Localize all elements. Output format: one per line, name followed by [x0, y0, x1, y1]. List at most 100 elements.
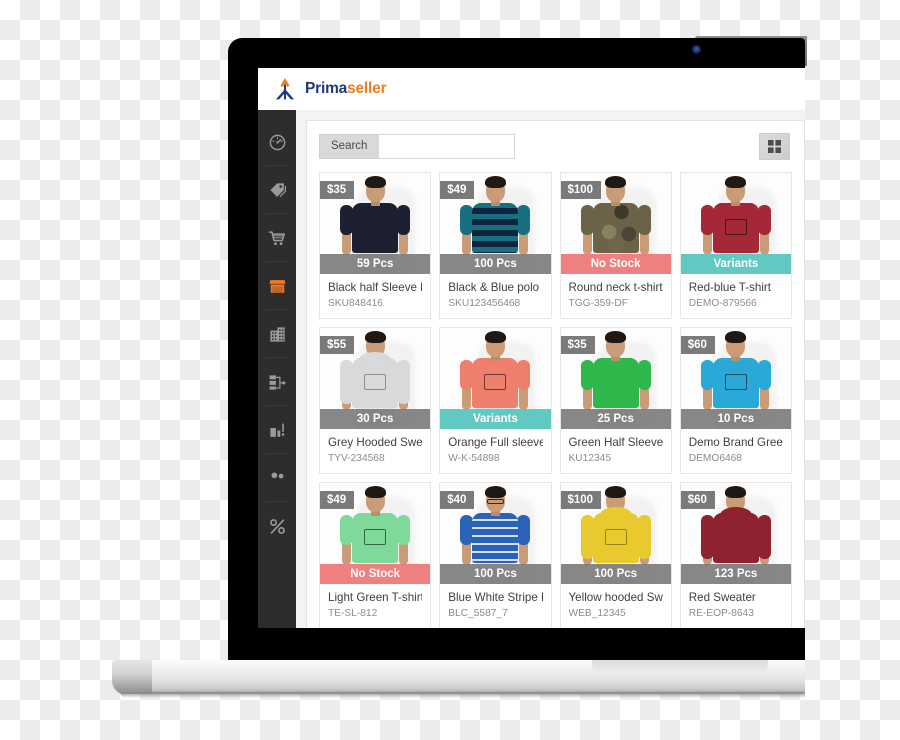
product-title: Black half Sleeve Polo	[328, 281, 422, 294]
sidebar-item-people[interactable]	[258, 454, 296, 502]
sidebar-item-tag[interactable]	[258, 166, 296, 214]
product-sku: DEMO6468	[688, 453, 742, 464]
product-title: Light Green T-shirt	[328, 591, 423, 604]
product-stock-badge: 123 Pcs	[680, 564, 791, 584]
app-header: Primaseller	[258, 68, 805, 110]
product-card[interactable]: Variants Red-blue T-shirt DEMO-879566	[679, 172, 792, 319]
product-info: Light Green T-shirt TE-SL-812	[320, 584, 430, 628]
product-title: Yellow hooded Sweater	[568, 591, 663, 604]
main-content: Search $35 59 Pcs Black half Sleeve SKU8…	[296, 110, 805, 628]
product-info: Orange Full sleeve W-K-54898	[440, 429, 550, 473]
product-info: Yellow hooded Sweater WEB_12345	[561, 584, 671, 628]
sidebar-item-hierarchy[interactable]	[258, 358, 296, 406]
product-image-area: $49 100 Pcs	[440, 173, 551, 274]
product-info: Blue White Stripe Polo BLC_5587_7	[440, 584, 550, 628]
product-card[interactable]: $35 25 Pcs Green Half Sleeve Polo KU12345	[559, 327, 672, 474]
app-logo-text: Primaseller	[305, 79, 387, 98]
product-title: Red-blue T-shirt	[688, 281, 772, 294]
product-info: Round neck t-shirt TGG-359-DF	[561, 274, 671, 318]
product-info: Black & Blue polo SKU123456468	[440, 274, 550, 318]
app-body: Search $35 59 Pcs Black half Sleeve SKU8…	[258, 110, 805, 628]
product-stock-badge: 100 Pcs	[440, 254, 551, 274]
product-image-area: $60 123 Pcs	[680, 483, 791, 584]
sidebar-item-bar-chart[interactable]	[258, 406, 296, 454]
laptop-base-shadow	[120, 692, 805, 698]
product-info: Demo Brand Gree DEMO6468	[681, 429, 791, 473]
product-card[interactable]: $49 No Stock Light Green T-shirt TE-SL-812	[319, 482, 432, 628]
product-price-badge: $35	[320, 181, 355, 199]
logo-text-seller: seller	[347, 79, 387, 97]
product-price-badge: $60	[680, 336, 715, 354]
product-card[interactable]: $55 30 Pcs Grey Hooded Sweater TYV-234568	[319, 327, 432, 474]
product-title: Round neck t-shirt	[568, 281, 663, 294]
product-image-area: $35 25 Pcs	[560, 328, 671, 429]
product-price-badge: $55	[320, 336, 355, 354]
product-stock-badge: 59 Pcs	[320, 254, 431, 274]
product-card[interactable]: $60 10 Pcs Demo Brand Gree DEMO6468	[679, 327, 792, 474]
page-root: Primaseller Search $35 59 Pcs Black half…	[0, 0, 900, 740]
products-panel: Search $35 59 Pcs Black half Sleeve SKU8…	[306, 120, 805, 628]
search-button[interactable]: Search	[319, 134, 379, 159]
webcam-icon	[692, 45, 701, 54]
product-sku: KU12345	[568, 453, 611, 464]
product-image-area: $100 100 Pcs	[560, 483, 671, 584]
product-title: Green Half Sleeve Polo	[568, 436, 663, 449]
product-price-badge: $49	[440, 181, 475, 199]
product-sku: WEB_12345	[568, 608, 626, 619]
sidebar-item-store[interactable]	[258, 262, 296, 310]
product-title: Red Sweater	[688, 591, 756, 604]
product-sku: W-K-54898	[448, 453, 500, 464]
product-stock-badge: 100 Pcs	[440, 564, 551, 584]
grid-view-icon	[768, 140, 781, 153]
product-image-area: $55 30 Pcs	[320, 328, 431, 429]
product-stock-badge: Variants	[440, 409, 551, 429]
product-stock-badge: 100 Pcs	[560, 564, 671, 584]
product-info: Black half Sleeve Polo SKU848416	[320, 274, 430, 318]
product-info: Red-blue T-shirt DEMO-879566	[681, 274, 791, 318]
product-card[interactable]: $49 100 Pcs Black & Blue polo SKU123456468	[439, 172, 552, 319]
product-card[interactable]: Variants Orange Full sleeve W-K-54898	[439, 327, 552, 474]
product-stock-badge: 25 Pcs	[560, 409, 671, 429]
primaseller-arrow-icon	[275, 77, 295, 99]
search-input[interactable]	[378, 134, 516, 159]
product-grid: $35 59 Pcs Black half Sleeve Polo SKU848416…	[319, 172, 792, 628]
sidebar-item-building[interactable]	[258, 310, 296, 358]
product-stock-badge: No Stock	[560, 254, 671, 274]
product-image-area: $49 No Stock	[320, 483, 431, 584]
product-sku: SKU123456468	[448, 298, 521, 309]
product-sku: TE-SL-812	[328, 608, 378, 619]
sidebar-item-dashboard-gauge[interactable]	[258, 118, 296, 166]
laptop-base-left-edge	[112, 660, 152, 694]
product-image-area: $40 100 Pcs	[440, 483, 551, 584]
product-card[interactable]: $100 100 Pcs Yellow hooded Sweater WEB_1234…	[559, 482, 672, 628]
product-card[interactable]: $40 100 Pcs Blue White Stripe Polo BLC_5587…	[439, 482, 552, 628]
product-card[interactable]: $60 123 Pcs Red Sweater RE-EOP-8643	[679, 482, 792, 628]
product-image-area: Variants	[440, 328, 551, 429]
sidebar-nav	[258, 110, 296, 628]
product-title: Grey Hooded Sweater	[328, 436, 423, 449]
laptop-trackpad-notch	[592, 660, 768, 674]
product-title: Demo Brand Gree	[688, 436, 783, 449]
bar-chart-icon	[269, 422, 284, 437]
product-card[interactable]: $100 No Stock Round neck t-shirt TGG-359-DF	[559, 172, 672, 319]
search-group: Search	[319, 134, 516, 159]
screen-content: Primaseller Search $35 59 Pcs Black half…	[258, 68, 805, 628]
product-info: Red Sweater RE-EOP-8643	[681, 584, 791, 628]
sidebar-item-shopping-cart[interactable]	[258, 214, 296, 262]
product-image-area: $60 10 Pcs	[680, 328, 791, 429]
product-card[interactable]: $35 59 Pcs Black half Sleeve Polo SKU848416	[319, 172, 432, 319]
product-stock-badge: 10 Pcs	[680, 409, 791, 429]
product-stock-badge: Variants	[680, 254, 791, 274]
product-stock-badge: 30 Pcs	[320, 409, 431, 429]
app-logo[interactable]: Primaseller	[272, 76, 387, 102]
product-info: Grey Hooded Sweater TYV-234568	[320, 429, 430, 473]
tag-icon	[269, 182, 286, 197]
grid-view-toggle-button[interactable]	[759, 133, 790, 160]
people-icon	[270, 471, 283, 478]
product-stock-badge: No Stock	[320, 564, 431, 584]
sidebar-item-percent[interactable]	[258, 502, 296, 550]
product-title: Blue White Stripe Polo	[448, 591, 542, 604]
product-image-area: $35 59 Pcs	[320, 173, 431, 274]
product-sku: TGG-359-DF	[568, 298, 628, 309]
product-title: Black & Blue polo	[448, 281, 540, 294]
